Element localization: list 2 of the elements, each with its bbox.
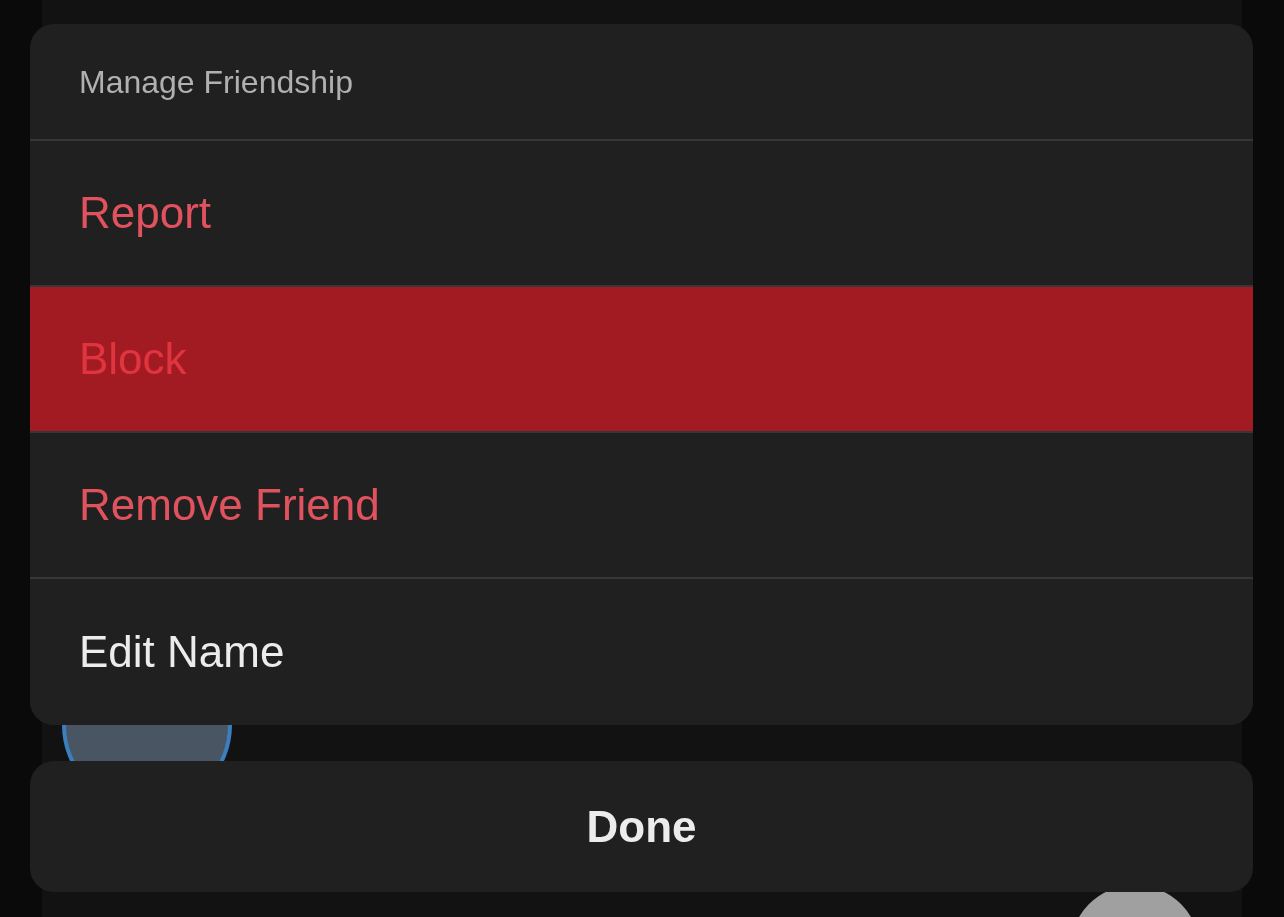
done-button[interactable]: Done — [30, 761, 1253, 892]
sheet-title: Manage Friendship — [79, 62, 353, 102]
